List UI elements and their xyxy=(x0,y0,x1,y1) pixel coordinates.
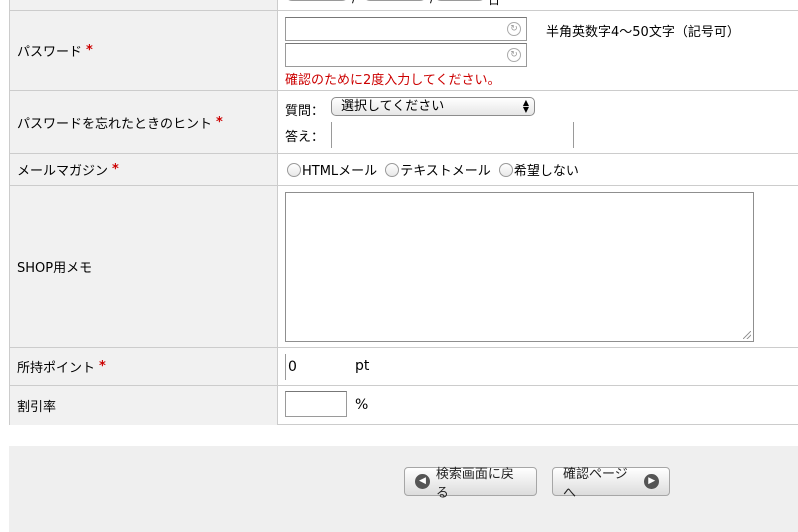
select-arrows-icon: ▲ ▼ xyxy=(522,98,529,114)
back-to-search-label: 検索画面に戻る xyxy=(435,466,514,501)
birthday-label-cell xyxy=(10,0,278,10)
points-unit: pt xyxy=(355,358,370,374)
shop-memo-label-cell: SHOP用メモ xyxy=(10,186,278,347)
shop-memo-value-cell xyxy=(279,186,798,347)
birth-year-select[interactable] xyxy=(285,0,349,1)
required-mark: * xyxy=(99,359,106,374)
discount-value-cell: % xyxy=(279,386,798,425)
required-mark: * xyxy=(112,162,119,177)
radio-label-text-mail[interactable]: テキストメール xyxy=(400,160,491,179)
shop-memo-textarea[interactable] xyxy=(285,192,754,342)
hint-question-select[interactable]: 選択してください ▲ ▼ xyxy=(331,97,535,116)
hint-label: パスワードを忘れたときのヒント xyxy=(17,116,213,132)
required-mark: * xyxy=(86,43,93,58)
password-confirm-warning: 確認のために2度入力してください。 xyxy=(285,73,501,88)
password-hint-row: パスワードを忘れたときのヒント * 質問： 選択してください ▲ ▼ 答え： xyxy=(10,90,798,153)
points-value-cell: 0 pt xyxy=(279,348,798,385)
hint-select-value: 選択してください xyxy=(341,99,445,114)
password-confirm-input[interactable]: ↻ xyxy=(285,43,527,67)
points-row: 所持ポイント * 0 pt xyxy=(10,347,798,385)
password-value-cell: ↻ ↻ 半角英数字4〜50文字（記号可） 確認のために2度入力してください。 xyxy=(279,11,798,90)
form-action-bar: ◀ 検索画面に戻る 確認ページへ ▶ xyxy=(9,446,798,532)
radio-html-mail[interactable] xyxy=(287,162,301,177)
shop-memo-label: SHOP用メモ xyxy=(17,261,93,276)
discount-rate-input[interactable] xyxy=(285,391,347,417)
hint-answer-input[interactable] xyxy=(331,122,574,148)
discount-unit: % xyxy=(355,397,369,413)
resize-grip-icon[interactable] xyxy=(743,331,751,339)
hint-question-label: 質問： xyxy=(285,104,325,119)
points-input[interactable]: 0 xyxy=(285,354,347,380)
shop-memo-row: SHOP用メモ xyxy=(10,185,798,347)
hint-value-cell: 質問： 選択してください ▲ ▼ 答え： xyxy=(279,91,798,153)
hint-answer-label: 答え： xyxy=(285,130,325,145)
birthday-row: / / 日 xyxy=(10,0,798,10)
mail-magazine-radio-group: HTMLメール テキストメール 希望しない xyxy=(287,160,587,179)
to-confirm-page-button[interactable]: 確認ページへ ▶ xyxy=(552,467,670,501)
points-label: 所持ポイント xyxy=(17,361,96,376)
password-label-cell: パスワード * xyxy=(10,11,278,90)
hint-label-cell: パスワードを忘れたときのヒント * xyxy=(10,91,278,153)
birthday-value-cell: / / 日 xyxy=(279,0,798,10)
date-separator: / xyxy=(352,0,356,5)
discount-row: 割引率 % xyxy=(10,385,798,425)
password-rule-note: 半角英数字4〜50文字（記号可） xyxy=(546,25,740,40)
discount-label-cell: 割引率 xyxy=(10,386,278,425)
key-icon: ↻ xyxy=(507,22,521,36)
discount-label: 割引率 xyxy=(17,400,57,415)
key-icon: ↻ xyxy=(507,48,521,62)
radio-no-mail[interactable] xyxy=(498,162,513,177)
radio-label-html-mail[interactable]: HTMLメール xyxy=(302,160,377,179)
mail-magazine-label: メールマガジン xyxy=(17,164,109,179)
birth-day-select[interactable] xyxy=(434,0,486,1)
mail-magazine-value-cell: HTMLメール テキストメール 希望しない xyxy=(279,154,798,185)
radio-text-mail[interactable] xyxy=(385,162,400,177)
mail-magazine-label-cell: メールマガジン * xyxy=(10,154,278,185)
birth-month-select[interactable] xyxy=(363,0,427,1)
to-confirm-page-label: 確認ページへ xyxy=(563,466,628,501)
required-mark: * xyxy=(216,114,223,130)
back-to-search-button[interactable]: ◀ 検索画面に戻る xyxy=(404,467,537,501)
password-row: パスワード * ↻ ↻ 半角英数字4〜50文字（記号可） 確認のために2度入力し… xyxy=(10,10,798,90)
password-label: パスワード xyxy=(17,45,83,60)
points-label-cell: 所持ポイント * xyxy=(10,348,278,385)
date-separator: / xyxy=(430,0,434,5)
date-separator: 日 xyxy=(488,0,501,7)
customer-form-table: / / 日 パスワード * ↻ ↻ 半角英数字4〜50文字（記号可） 確認のため… xyxy=(9,0,798,425)
arrow-left-icon: ◀ xyxy=(415,474,430,489)
arrow-right-icon: ▶ xyxy=(644,474,659,489)
mail-magazine-row: メールマガジン * HTMLメール テキストメール 希望しない xyxy=(10,153,798,185)
password-input[interactable]: ↻ xyxy=(285,17,527,41)
radio-label-no-mail[interactable]: 希望しない xyxy=(514,160,579,179)
